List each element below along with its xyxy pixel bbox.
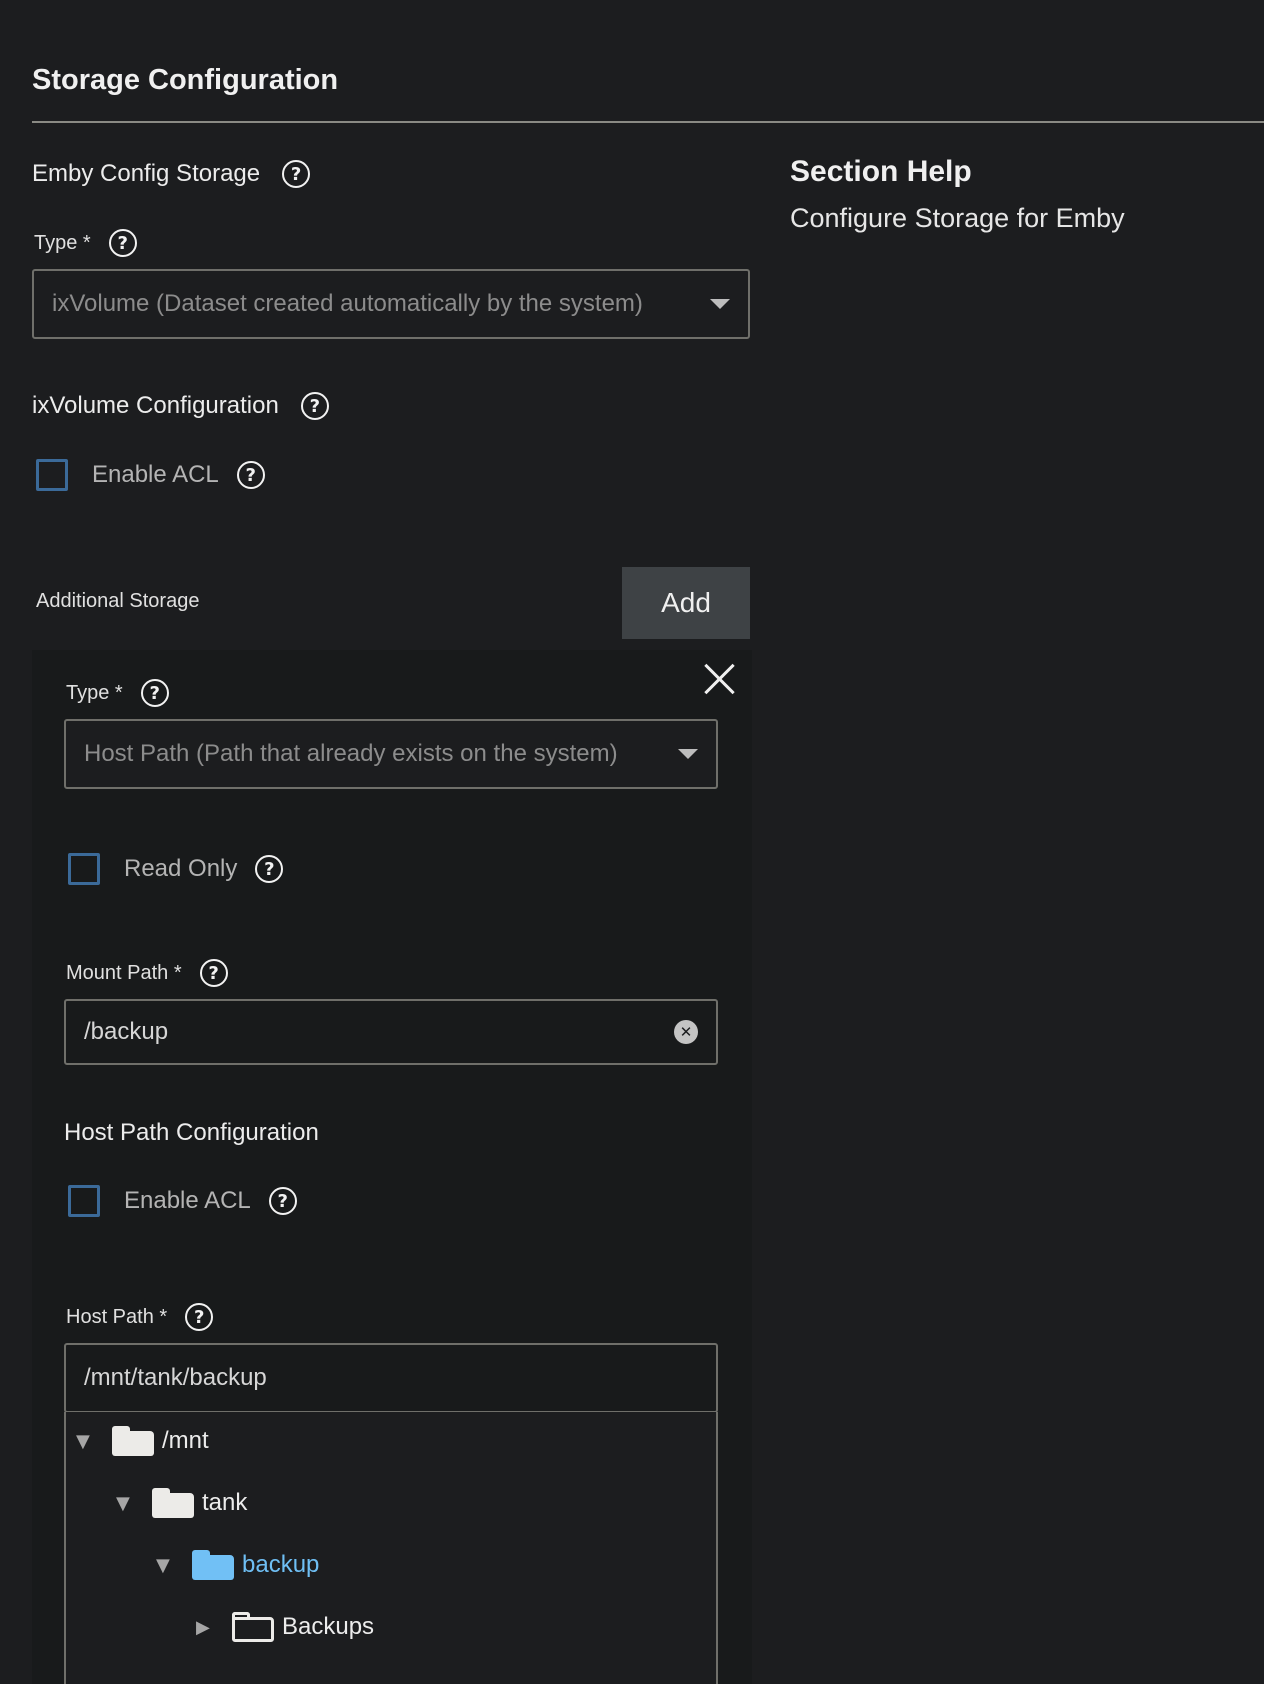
item-type-select[interactable]: Host Path (Path that already exists on t… xyxy=(64,719,718,789)
item-type-label: Type * xyxy=(66,681,123,704)
host-path-config-label: Host Path Configuration xyxy=(64,1119,319,1146)
close-icon[interactable] xyxy=(702,662,736,696)
host-path-value: /mnt/tank/backup xyxy=(84,1364,267,1391)
ixvolume-config-header: ixVolume Configuration ? xyxy=(32,392,329,420)
add-button[interactable]: Add xyxy=(622,567,750,639)
help-icon[interactable]: ? xyxy=(255,855,284,883)
help-icon[interactable]: ? xyxy=(199,959,228,987)
host-path-label-row: Host Path * ? xyxy=(66,1303,214,1331)
enable-acl-label: Enable ACL xyxy=(92,461,219,488)
tree-node-label: Backups xyxy=(282,1613,375,1640)
host-path-label: Host Path * xyxy=(66,1305,168,1328)
help-icon[interactable]: ? xyxy=(282,160,311,188)
help-icon[interactable]: ? xyxy=(268,1187,297,1215)
page-title: Storage Configuration xyxy=(32,64,339,96)
directory-tree: ▼ /mnt ▼ tank ▼ backup ▶ Backups xyxy=(64,1412,718,1684)
additional-storage-label: Additional Storage xyxy=(36,590,200,612)
item-type-value: Host Path (Path that already exists on t… xyxy=(84,740,618,767)
expand-toggle-icon[interactable]: ▶ xyxy=(196,1617,222,1638)
clear-icon[interactable]: ✕ xyxy=(674,1020,698,1044)
folder-icon xyxy=(192,1550,234,1580)
expand-toggle-icon[interactable]: ▼ xyxy=(76,1431,102,1452)
chevron-down-icon xyxy=(678,749,698,759)
item-type-label-row: Type * ? xyxy=(66,679,169,707)
mount-path-input[interactable]: /backup ✕ xyxy=(64,999,718,1065)
read-only-checkbox[interactable] xyxy=(68,853,100,885)
tree-node-mnt[interactable]: ▼ /mnt xyxy=(76,1426,209,1456)
expand-toggle-icon[interactable]: ▼ xyxy=(156,1555,182,1576)
tree-node-label: /mnt xyxy=(162,1427,209,1454)
help-icon[interactable]: ? xyxy=(300,392,329,420)
tree-node-backup[interactable]: ▼ backup xyxy=(156,1550,319,1580)
help-icon[interactable]: ? xyxy=(140,679,169,707)
tree-node-label: tank xyxy=(202,1489,248,1516)
config-type-select[interactable]: ixVolume (Dataset created automatically … xyxy=(32,269,750,339)
config-type-label: Type * xyxy=(34,231,91,254)
config-type-value: ixVolume (Dataset created automatically … xyxy=(52,290,643,317)
help-icon[interactable]: ? xyxy=(185,1303,214,1331)
mount-path-label-row: Mount Path * ? xyxy=(66,959,228,987)
mount-path-value: /backup xyxy=(84,1018,169,1045)
tree-node-label: backup xyxy=(242,1551,320,1578)
expand-toggle-icon[interactable]: ▼ xyxy=(116,1493,142,1514)
chevron-down-icon xyxy=(710,299,730,309)
title-divider xyxy=(32,121,1264,123)
enable-acl-checkbox[interactable] xyxy=(68,1185,100,1217)
host-enable-acl-row: Enable ACL ? xyxy=(68,1185,297,1217)
folder-icon xyxy=(152,1488,194,1518)
folder-outline-icon xyxy=(232,1612,274,1642)
section-help-title: Section Help xyxy=(790,155,972,188)
read-only-row: Read Only ? xyxy=(68,853,284,885)
read-only-label: Read Only xyxy=(124,855,238,882)
help-icon[interactable]: ? xyxy=(236,461,265,489)
tree-node-backups[interactable]: ▶ Backups xyxy=(196,1612,374,1642)
mount-path-label: Mount Path * xyxy=(66,961,182,984)
config-storage-header: Emby Config Storage ? xyxy=(32,160,311,188)
config-storage-label: Emby Config Storage xyxy=(32,160,261,187)
config-type-label-row: Type * ? xyxy=(34,229,137,257)
enable-acl-checkbox[interactable] xyxy=(36,459,68,491)
folder-icon xyxy=(112,1426,154,1456)
section-help-text: Configure Storage for Emby xyxy=(790,203,1125,233)
config-enable-acl-row: Enable ACL ? xyxy=(36,459,265,491)
ixvolume-config-label: ixVolume Configuration xyxy=(32,392,279,419)
enable-acl-label: Enable ACL xyxy=(124,1187,251,1214)
host-path-input[interactable]: /mnt/tank/backup xyxy=(64,1343,718,1413)
help-icon[interactable]: ? xyxy=(108,229,137,257)
tree-node-tank[interactable]: ▼ tank xyxy=(116,1488,247,1518)
